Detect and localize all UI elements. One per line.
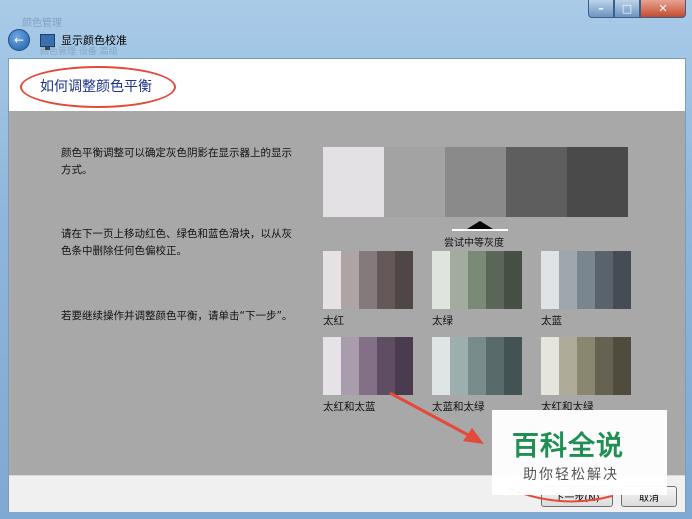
watermark-slogan: 助你轻松解决 [523, 467, 619, 483]
window-frame: 颜色管理 颜色管理 设备 高级 – □ ✕ ← 显示颜色校准 如何调整颜色平衡 … [0, 0, 692, 519]
watermark-brand: 百科全说 [512, 431, 624, 462]
watermark-logo: 百科全说 助你轻松解决 [492, 410, 667, 495]
